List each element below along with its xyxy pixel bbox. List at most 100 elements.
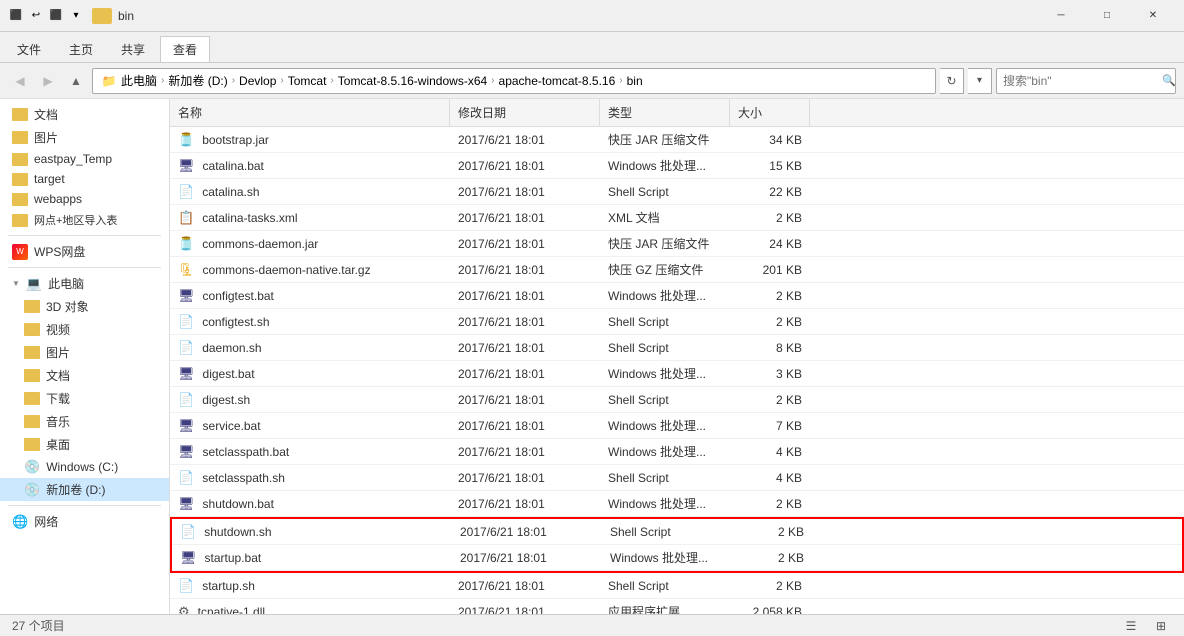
col-header-type[interactable]: 类型 xyxy=(600,99,730,126)
file-type-cell: Windows 批处理... xyxy=(600,491,730,516)
file-date-cell: 2017/6/21 18:01 xyxy=(450,153,600,178)
minimize-button[interactable]: ─ xyxy=(1038,0,1084,32)
col-header-date[interactable]: 修改日期 xyxy=(450,99,600,126)
table-row[interactable]: 🫙commons-daemon.jar2017/6/21 18:01快压 JAR… xyxy=(170,231,1184,257)
table-row[interactable]: 🖥setclasspath.bat2017/6/21 18:01Windows … xyxy=(170,439,1184,465)
sidebar-item-eastpay[interactable]: eastpay_Temp xyxy=(0,149,169,169)
folder-icon xyxy=(12,214,28,227)
path-segment-tomcat-version[interactable]: Tomcat-8.5.16-windows-x64 xyxy=(338,74,487,88)
file-size-cell: 2 KB xyxy=(730,573,810,598)
sidebar-item-pics[interactable]: 图片 xyxy=(0,341,169,364)
view-large-icon-button[interactable]: ⊞ xyxy=(1150,617,1172,635)
file-type-icon: 📄 xyxy=(178,392,194,408)
sidebar-item-d-drive[interactable]: 💿 新加卷 (D:) xyxy=(0,478,169,501)
sidebar-item-network-points[interactable]: 网点+地区导入表 xyxy=(0,209,169,231)
table-row[interactable]: 📄daemon.sh2017/6/21 18:01Shell Script8 K… xyxy=(170,335,1184,361)
address-dropdown-button[interactable]: ▾ xyxy=(968,68,992,94)
file-date-cell: 2017/6/21 18:01 xyxy=(450,413,600,438)
table-row[interactable]: 🖥catalina.bat2017/6/21 18:01Windows 批处理.… xyxy=(170,153,1184,179)
file-name-cell: 🖥configtest.bat xyxy=(170,283,450,308)
col-header-size[interactable]: 大小 xyxy=(730,99,810,126)
search-box[interactable]: 🔍 xyxy=(996,68,1176,94)
col-header-name[interactable]: 名称 xyxy=(170,99,450,126)
sidebar-item-wps[interactable]: W WPS网盘 xyxy=(0,240,169,263)
address-folder-icon: 📁 xyxy=(101,73,117,89)
path-segment-bin[interactable]: bin xyxy=(627,74,643,88)
maximize-button[interactable]: □ xyxy=(1084,0,1130,32)
address-path[interactable]: 📁 此电脑 › 新加卷 (D:) › Devlop › Tomcat › Tom… xyxy=(92,68,936,94)
file-size-cell: 2 KB xyxy=(732,519,812,544)
file-name-cell: 📄configtest.sh xyxy=(170,309,450,334)
file-size-cell: 22 KB xyxy=(730,179,810,204)
file-rows: 🫙bootstrap.jar2017/6/21 18:01快压 JAR 压缩文件… xyxy=(170,127,1184,614)
view-details-button[interactable]: ☰ xyxy=(1120,617,1142,635)
file-type-cell: 应用程序扩展 xyxy=(600,599,730,614)
tab-home[interactable]: 主页 xyxy=(56,36,106,62)
computer-icon: 💻 xyxy=(26,276,42,292)
file-name-cell: 📄catalina.sh xyxy=(170,179,450,204)
file-date-cell: 2017/6/21 18:01 xyxy=(450,179,600,204)
refresh-button[interactable]: ↻ xyxy=(940,68,964,94)
quick-undo-icon[interactable]: ↩ xyxy=(28,8,44,24)
table-row[interactable]: 📄setclasspath.sh2017/6/21 18:01Shell Scr… xyxy=(170,465,1184,491)
file-size-cell: 2 KB xyxy=(730,283,810,308)
path-segment-tomcat[interactable]: Tomcat xyxy=(288,74,327,88)
sidebar-item-3d[interactable]: 3D 对象 xyxy=(0,295,169,318)
sidebar-label: 文档 xyxy=(34,106,58,123)
back-button[interactable]: ◀ xyxy=(8,69,32,93)
quick-pin-icon[interactable]: ⬛ xyxy=(48,8,64,24)
quick-access-icon[interactable]: ⬛ xyxy=(8,8,24,24)
table-row[interactable]: 📄configtest.sh2017/6/21 18:01Shell Scrip… xyxy=(170,309,1184,335)
file-name-cell: 🗜commons-daemon-native.tar.gz xyxy=(170,257,450,282)
path-segment-apache[interactable]: apache-tomcat-8.5.16 xyxy=(499,74,616,88)
search-input[interactable] xyxy=(1003,74,1158,88)
sidebar-item-network[interactable]: 🌐 网络 xyxy=(0,510,169,533)
tab-share[interactable]: 共享 xyxy=(108,36,158,62)
table-row[interactable]: 🗜commons-daemon-native.tar.gz2017/6/21 1… xyxy=(170,257,1184,283)
table-row[interactable]: 🖥service.bat2017/6/21 18:01Windows 批处理..… xyxy=(170,413,1184,439)
table-row[interactable]: 📄digest.sh2017/6/21 18:01Shell Script2 K… xyxy=(170,387,1184,413)
sidebar-label: 网络 xyxy=(34,513,58,530)
path-segment-drive[interactable]: 新加卷 (D:) xyxy=(168,72,227,89)
file-date-cell: 2017/6/21 18:01 xyxy=(450,361,600,386)
sidebar-divider-1 xyxy=(8,235,161,236)
file-name: setclasspath.sh xyxy=(202,471,285,485)
table-row[interactable]: 🖥shutdown.bat2017/6/21 18:01Windows 批处理.… xyxy=(170,491,1184,517)
table-row[interactable]: ⚙tcnative-1.dll2017/6/21 18:01应用程序扩展2,05… xyxy=(170,599,1184,614)
sidebar-item-webapps[interactable]: webapps xyxy=(0,189,169,209)
file-date-cell: 2017/6/21 18:01 xyxy=(450,387,600,412)
tab-file[interactable]: 文件 xyxy=(4,36,54,62)
quick-dropdown-icon[interactable]: ▾ xyxy=(68,8,84,24)
file-list-header: 名称 修改日期 类型 大小 xyxy=(170,99,1184,127)
path-segment-computer[interactable]: 此电脑 xyxy=(121,72,157,89)
sidebar-item-desktop[interactable]: 桌面 xyxy=(0,433,169,456)
table-row[interactable]: 📋catalina-tasks.xml2017/6/21 18:01XML 文档… xyxy=(170,205,1184,231)
file-name: catalina-tasks.xml xyxy=(202,211,297,225)
close-button[interactable]: ✕ xyxy=(1130,0,1176,32)
sidebar-item-pictures[interactable]: 图片 xyxy=(0,126,169,149)
table-row[interactable]: 🖥configtest.bat2017/6/21 18:01Windows 批处… xyxy=(170,283,1184,309)
sidebar-item-this-pc[interactable]: 💻 此电脑 xyxy=(0,272,169,295)
folder-icon xyxy=(12,153,28,166)
path-segment-devlop[interactable]: Devlop xyxy=(239,74,276,88)
up-button[interactable]: ▲ xyxy=(64,69,88,93)
sidebar-item-docs[interactable]: 文档 xyxy=(0,364,169,387)
folder-icon xyxy=(24,438,40,451)
table-row[interactable]: 📄catalina.sh2017/6/21 18:01Shell Script2… xyxy=(170,179,1184,205)
file-date-cell: 2017/6/21 18:01 xyxy=(450,439,600,464)
sidebar-item-c-drive[interactable]: 💿 Windows (C:) xyxy=(0,456,169,478)
table-row[interactable]: 📄startup.sh2017/6/21 18:01Shell Script2 … xyxy=(170,573,1184,599)
sidebar-label: Windows (C:) xyxy=(46,460,118,474)
file-type-icon: 📄 xyxy=(178,578,194,594)
sidebar-item-downloads[interactable]: 下载 xyxy=(0,387,169,410)
sidebar-item-music[interactable]: 音乐 xyxy=(0,410,169,433)
table-row[interactable]: 🫙bootstrap.jar2017/6/21 18:01快压 JAR 压缩文件… xyxy=(170,127,1184,153)
sidebar-item-target[interactable]: target xyxy=(0,169,169,189)
table-row[interactable]: 🖥startup.bat2017/6/21 18:01Windows 批处理..… xyxy=(172,545,1182,571)
sidebar-item-documents[interactable]: 文档 xyxy=(0,103,169,126)
sidebar-item-video[interactable]: 视频 xyxy=(0,318,169,341)
tab-view[interactable]: 查看 xyxy=(160,36,210,62)
table-row[interactable]: 📄shutdown.sh2017/6/21 18:01Shell Script2… xyxy=(172,519,1182,545)
table-row[interactable]: 🖥digest.bat2017/6/21 18:01Windows 批处理...… xyxy=(170,361,1184,387)
forward-button[interactable]: ▶ xyxy=(36,69,60,93)
